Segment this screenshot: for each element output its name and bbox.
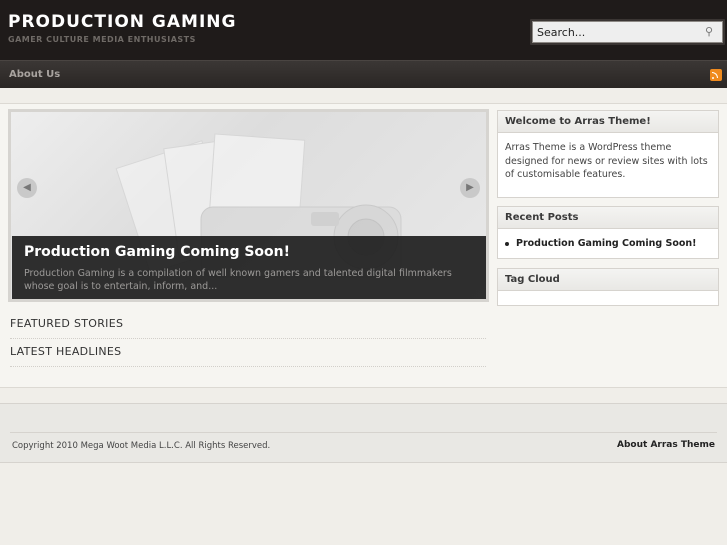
welcome-widget: Welcome to Arras Theme! Arras Theme is a… [497,110,719,198]
site-tagline: GAMER CULTURE MEDIA ENTHUSIASTS [8,35,196,44]
arrow-right-icon[interactable]: ▶ [460,178,480,198]
recent-posts-list: Production Gaming Coming Soon! [505,237,711,251]
tag-cloud-widget: Tag Cloud [497,268,719,306]
slide-title[interactable]: Production Gaming Coming Soon! [24,244,290,260]
slide-excerpt: Production Gaming is a compilation of we… [24,268,452,292]
welcome-widget-body: Arras Theme is a WordPress theme designe… [505,142,708,180]
arrow-left-icon[interactable]: ◀ [17,178,37,198]
magnifier-icon[interactable]: ⚲ [702,25,716,39]
welcome-widget-title: Welcome to Arras Theme! [498,111,718,133]
search-input[interactable] [533,22,693,42]
search-field-wrapper: ⚲ [532,21,723,43]
nav-bar: About Us [0,60,727,88]
recent-post-item[interactable]: Production Gaming Coming Soon! [505,237,711,251]
footer-copyright: Copyright 2010 Mega Woot Media L.L.C. Al… [12,441,271,451]
featured-slider[interactable]: ◀ ▶ Production Gaming Coming Soon! Produ… [8,109,489,302]
site-footer: Copyright 2010 Mega Woot Media L.L.C. Al… [0,403,727,463]
footer-divider [10,432,717,433]
search-box: ⚲ [530,19,725,45]
site-title[interactable]: PRODUCTION GAMING [8,12,236,32]
nav-item-about-us[interactable]: About Us [9,69,60,80]
slide-caption[interactable]: Production Gaming Coming Soon! Productio… [12,236,486,299]
site-header: PRODUCTION GAMING GAMER CULTURE MEDIA EN… [0,0,727,60]
recent-posts-body: Production Gaming Coming Soon! [498,229,718,259]
about-arras-theme-link[interactable]: About Arras Theme [617,440,715,450]
recent-posts-title: Recent Posts [498,207,718,229]
latest-headlines-heading: LATEST HEADLINES [10,345,486,367]
recent-posts-widget: Recent Posts Production Gaming Coming So… [497,206,719,259]
tag-cloud-title: Tag Cloud [498,269,718,291]
featured-stories-heading: FEATURED STORIES [10,317,486,339]
rss-icon[interactable] [710,69,722,81]
